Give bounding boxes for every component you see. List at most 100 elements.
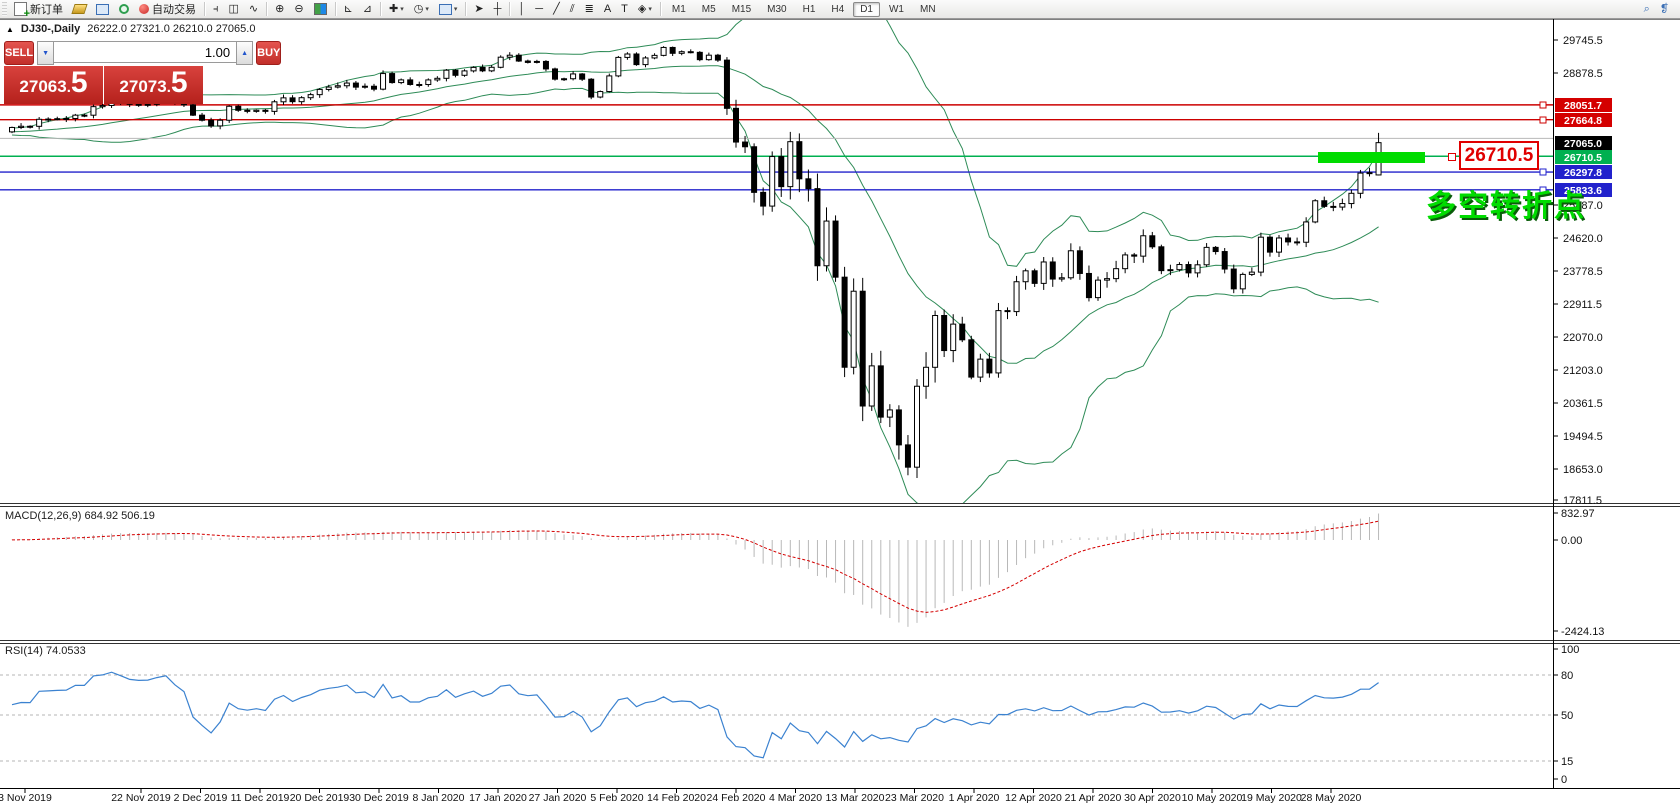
indicator-window-add-icon[interactable]: ⊿ [359,0,376,18]
sell-price-display[interactable]: 27063. 5 [4,66,103,104]
one-click-panel-toggle[interactable]: ▲ [6,25,14,34]
line-endpoint-handle[interactable] [1539,101,1547,109]
date-tick-label: 23 Mar 2020 [885,792,944,804]
macd-indicator [11,513,1380,627]
template-chart-icon [438,3,452,15]
toolbar-separator [204,2,205,16]
date-tick-label: 30 Dec 2019 [349,792,409,804]
line-endpoint-handle[interactable] [1539,168,1547,176]
tile-windows-icon[interactable] [310,0,331,18]
volume-increase-button[interactable]: ▲ [236,41,254,65]
line-endpoint-handle[interactable] [1539,116,1547,124]
cursor-icon[interactable]: ➤ [470,0,487,18]
label-icon[interactable]: T [617,0,632,18]
hline-icon[interactable]: ─ [531,0,547,18]
channel-icon[interactable]: ⫽ [566,0,579,18]
autotrade-icon[interactable]: 自动交易 [135,0,200,18]
date-tick-label: 30 Apr 2020 [1124,792,1181,804]
fibonacci-icon[interactable]: ≣ [581,0,598,18]
toolbar-separator [509,2,511,16]
date-axis[interactable]: 3 Nov 2019 22 Nov 2019 2 Dec 2019 11 Dec 20… [0,788,1362,804]
price-line-label: 26297.8 [1564,167,1602,179]
chart-canvas[interactable]: 29745.528878.525487.024620.023778.522911… [0,0,1680,807]
buy-button[interactable]: BUY [256,41,282,65]
horizontal-line-objects[interactable] [0,101,1553,194]
date-tick-label: 28 May 2020 [1301,792,1362,804]
date-tick-label: 5 Feb 2020 [590,792,643,804]
date-tick-label: 12 Apr 2020 [1005,792,1062,804]
line-anchor-handle[interactable] [1448,153,1456,161]
buy-price-main: 27073 [119,77,167,96]
line-chart-icon[interactable]: ∿ [245,0,262,18]
sell-price-frac: 5 [70,66,88,99]
volume-input[interactable] [54,41,237,63]
new-order-icon [14,2,30,19]
volume-decrease-button[interactable]: ▼ [37,41,55,65]
price-tick-label: 28878.5 [1563,68,1603,80]
rsi-axis-label: 50 [1561,710,1573,722]
date-tick-label: 22 Nov 2019 [111,792,171,804]
rsi-axis-label: 100 [1561,644,1579,656]
template-chart-icon[interactable]: ▾ [435,0,462,18]
zoom-out-icon[interactable]: ⊖ [290,0,307,18]
timeframe-button-m1[interactable]: M1 [665,2,693,17]
bollinger-lower [11,87,1379,503]
period-clock-icon[interactable]: ◷ ▾ [410,0,433,18]
shapes-icon[interactable]: ◈ ▾ [634,0,656,18]
signal-icon [119,4,129,14]
timeframe-button-mn[interactable]: MN [913,2,943,17]
signal-icon[interactable] [115,0,133,18]
date-tick-label: 27 Jan 2020 [529,792,587,804]
highlight-rectangle-object[interactable] [1318,152,1425,163]
zoom-in-icon[interactable]: ⊕ [271,0,288,18]
data-window-icon[interactable] [92,0,113,18]
crosshair-icon[interactable]: ┼ [490,0,506,18]
turning-point-annotation[interactable]: 多空转折点 [1426,181,1586,225]
rsi-label: RSI(14) 74.0533 [5,645,86,657]
trendline-icon[interactable]: ╱ [549,0,564,18]
candlestick-chart-icon[interactable]: ◫ [225,0,243,18]
timeframe-button-m15[interactable]: M15 [725,2,758,17]
timeframe-button-m30[interactable]: M30 [760,2,793,17]
bar-chart-icon[interactable]: ⫞ [209,0,223,18]
timeframe-button-h4[interactable]: H4 [824,2,851,17]
market-gold-icon[interactable] [69,0,90,18]
sell-price-main: 27063 [19,77,67,96]
macd-axis-label: -2424.13 [1561,626,1604,638]
date-tick-label: 17 Jan 2020 [469,792,527,804]
indicator-window-icon[interactable]: ⊾ [340,0,357,18]
sell-button[interactable]: SELL [4,41,35,65]
price-tick-label: 18653.0 [1563,464,1603,476]
chat-icon[interactable]: ❡ [1656,0,1673,18]
chevron-down-icon: ▾ [425,6,429,13]
chevron-down-icon: ▾ [453,6,458,13]
macd-label: MACD(12,26,9) 684.92 506.19 [5,510,155,522]
new-order-icon[interactable]: 新订单 [10,0,67,19]
macd-axis-label: 832.97 [1561,508,1595,520]
toolbar-separator [659,2,661,16]
vline-icon[interactable]: │ [514,0,529,18]
timeframe-button-d1[interactable]: D1 [853,1,880,17]
main-toolbar: 新订单自动交易⫞◫∿⊕⊖⊾⊿✚▾◷▾▾➤┼│─╱⫽≣AT◈▾M1M5M15M30… [0,0,1680,19]
buy-price-display[interactable]: 27073. 5 [104,66,203,104]
toolbar-separator [465,2,467,16]
timeframe-button-w1[interactable]: W1 [882,2,911,17]
toolbar-separator [380,2,381,16]
price-axis[interactable]: 29745.528878.525487.024620.023778.522911… [1553,35,1612,786]
price-callout-label[interactable]: 26710.5 [1459,141,1539,170]
date-tick-label: 20 Dec 2019 [290,792,350,804]
chevron-down-icon: ▾ [648,6,652,13]
price-tick-label: 23778.5 [1563,266,1603,278]
macd-signal-line [11,520,1379,613]
market-gold-icon [71,4,88,14]
timeframe-button-h1[interactable]: H1 [796,2,823,17]
bollinger-upper [11,20,1380,267]
price-line-label: 27664.8 [1564,115,1602,127]
bollinger-bands [11,20,1380,503]
search-icon[interactable]: ⌕ [1640,0,1654,18]
buy-price-frac: 5 [170,66,188,99]
text-icon[interactable]: A [600,0,615,18]
price-tick-label: 29745.5 [1563,35,1603,47]
add-indicator-icon[interactable]: ✚ ▾ [385,0,408,18]
timeframe-button-m5[interactable]: M5 [695,2,723,17]
